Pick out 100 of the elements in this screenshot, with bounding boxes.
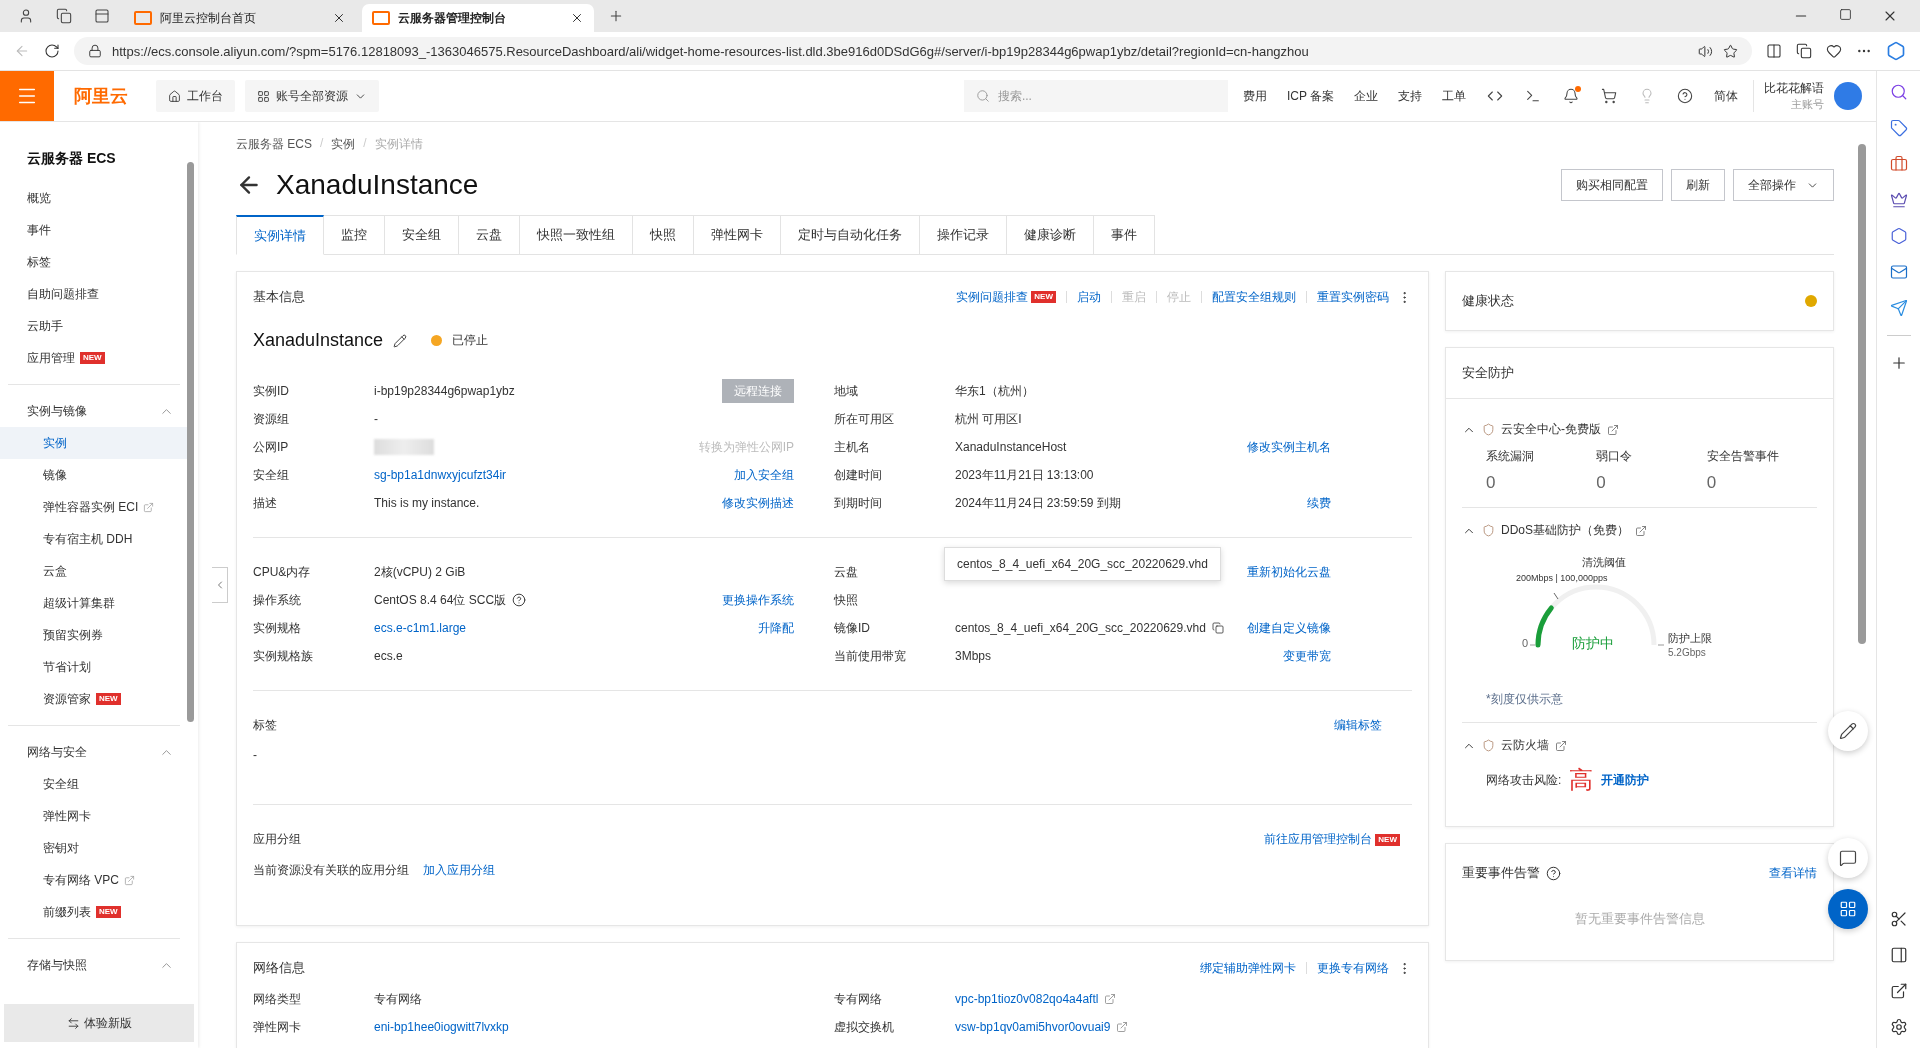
edit-button[interactable] — [1828, 711, 1868, 751]
value-link[interactable]: vpc-bp1tioz0v082qo4a4aftl — [955, 992, 1099, 1006]
breadcrumb-item[interactable]: 实例 — [331, 136, 356, 153]
browser-tab[interactable]: 云服务器管理控制台 — [362, 4, 594, 32]
feedback-button[interactable] — [1828, 838, 1868, 878]
settings-icon[interactable] — [1889, 1018, 1908, 1036]
tab[interactable]: 云盘 — [459, 215, 520, 255]
toolbox-icon[interactable] — [1889, 155, 1908, 173]
action-link[interactable]: 重新初始化云盘 — [1247, 563, 1331, 581]
sidebar-item[interactable]: 弹性容器实例 ECI — [0, 491, 188, 523]
favorite-icon[interactable] — [1723, 43, 1738, 59]
action-link[interactable]: 升降配 — [758, 619, 794, 637]
tag-icon[interactable] — [1889, 119, 1908, 137]
action-link[interactable]: 修改实例描述 — [722, 494, 794, 512]
code-icon[interactable] — [1487, 88, 1503, 104]
value-link[interactable]: vsw-bp1qv0ami5hvor0ovuai9 — [955, 1020, 1111, 1034]
sidebar-icon[interactable] — [1889, 946, 1908, 964]
sidebar-item[interactable]: 专有网络 VPC — [0, 864, 188, 896]
header-link[interactable]: 企业 — [1349, 87, 1383, 105]
section-toggle[interactable]: 云安全中心-免费版 — [1462, 421, 1817, 438]
value-link[interactable]: eni-bp1hee0iogwitt7lvxkp — [374, 1020, 509, 1034]
address-field[interactable]: https://ecs.console.aliyun.com/?spm=5176.12818093_-1363046575.ResourceDashboard/ali/widget-home-resources-list.dld.3be916d0DSdG6g#/server/i-bp19p28344g6pwap1ybz/detail?regionId=cn-hangzhou — [74, 37, 1752, 65]
sidebar-item[interactable]: 超级计算集群 — [0, 587, 188, 619]
collections-icon[interactable] — [1796, 43, 1812, 59]
sidebar-item[interactable]: 预留实例券 — [0, 619, 188, 651]
copy-icon[interactable] — [1211, 622, 1224, 634]
hexagon-icon[interactable] — [1889, 227, 1908, 245]
chess-icon[interactable] — [1889, 191, 1908, 209]
action-link[interactable]: 更换专有网络 — [1317, 959, 1389, 977]
sidebar-item[interactable]: 标签 — [0, 246, 188, 278]
restore-icon[interactable] — [1839, 8, 1852, 21]
browser-tab[interactable]: 阿里云控制台首页 — [124, 4, 356, 32]
action-link[interactable]: 重置实例密码 — [1317, 288, 1389, 306]
tab[interactable]: 实例详情 — [236, 215, 324, 255]
action-link[interactable]: 加入安全组 — [734, 466, 794, 484]
header-link[interactable]: 费用 — [1237, 87, 1272, 105]
tab[interactable]: 快照一致性组 — [520, 215, 633, 255]
tab[interactable]: 快照 — [633, 215, 694, 255]
sidebar-item[interactable]: 弹性网卡 — [0, 800, 188, 832]
actions-dropdown[interactable]: 全部操作 — [1733, 169, 1834, 201]
sidebar-item[interactable]: 镜像 — [0, 459, 188, 491]
breadcrumb-item[interactable]: 云服务器 ECS — [236, 136, 312, 153]
help-icon[interactable] — [1546, 865, 1561, 881]
header-link[interactable]: 支持 — [1393, 87, 1427, 105]
action-button[interactable]: 购买相同配置 — [1561, 169, 1663, 201]
tab[interactable]: 监控 — [324, 215, 385, 255]
close-icon[interactable] — [570, 11, 584, 25]
read-aloud-icon[interactable] — [1698, 43, 1713, 59]
close-icon[interactable] — [332, 11, 346, 25]
value-link[interactable]: ecs.e-c1m1.large — [374, 621, 467, 635]
value-link[interactable]: sg-bp1a1dnwxyjcufzt34ir — [374, 468, 507, 482]
edit-tags-link[interactable]: 编辑标签 — [1334, 717, 1382, 734]
send-icon[interactable] — [1889, 299, 1908, 317]
apps-button[interactable] — [1828, 889, 1868, 929]
app-console-link[interactable]: 前往应用管理控制台 NEW — [1264, 831, 1400, 848]
tab[interactable]: 操作记录 — [920, 215, 1007, 255]
tab[interactable]: 事件 — [1094, 215, 1155, 255]
sidebar-item[interactable]: 实例 — [0, 427, 188, 459]
help-icon[interactable] — [512, 593, 527, 607]
add-group-link[interactable]: 加入应用分组 — [423, 862, 495, 879]
action-link[interactable]: 更换操作系统 — [722, 591, 794, 609]
sidebar-item[interactable]: 安全组 — [0, 768, 188, 800]
header-link[interactable]: ICP 备案 — [1281, 87, 1339, 105]
tab[interactable]: 安全组 — [385, 215, 459, 255]
reload-icon[interactable] — [44, 43, 60, 59]
mail-icon[interactable] — [1889, 263, 1908, 281]
action-link[interactable]: 创建自定义镜像 — [1247, 619, 1331, 637]
resource-dropdown[interactable]: 账号全部资源 — [245, 80, 379, 112]
section-toggle[interactable]: 云防火墙 — [1462, 737, 1817, 754]
collapse-handle[interactable] — [212, 567, 228, 603]
sidebar-item[interactable]: 节省计划 — [0, 651, 188, 683]
sidebar-item[interactable]: 概览 — [0, 182, 188, 214]
action-button[interactable]: 刷新 — [1671, 169, 1725, 201]
split-screen-icon[interactable] — [1766, 43, 1782, 59]
language-link[interactable]: 简体 — [1709, 87, 1743, 105]
enable-protection-link[interactable]: 开通防护 — [1601, 771, 1650, 789]
terminal-icon[interactable] — [1525, 88, 1541, 104]
avatar[interactable] — [1834, 82, 1862, 110]
sidebar-item[interactable]: 专有宿主机 DDH — [0, 523, 188, 555]
sidebar-group[interactable]: 网络与安全 — [0, 736, 188, 768]
edit-icon[interactable] — [393, 333, 408, 348]
profile-icon[interactable] — [18, 8, 34, 24]
action-link[interactable]: 启动 — [1077, 288, 1101, 306]
action-link[interactable]: 配置安全组规则 — [1212, 288, 1296, 306]
action-link[interactable]: 修改实例主机名 — [1247, 438, 1331, 456]
sidebar-group[interactable]: 实例与镜像 — [0, 395, 188, 427]
heart-icon[interactable] — [1826, 43, 1842, 59]
view-details-link[interactable]: 查看详情 — [1769, 864, 1817, 882]
section-toggle[interactable]: DDoS基础防护（免费） — [1462, 522, 1817, 539]
action-link[interactable]: 变更带宽 — [1283, 647, 1331, 665]
sidebar-item[interactable]: 自助问题排查 — [0, 278, 188, 310]
tab-actions-icon[interactable] — [94, 8, 110, 24]
action-link[interactable]: 绑定辅助弹性网卡 — [1200, 959, 1296, 977]
cart-icon[interactable] — [1601, 88, 1617, 104]
sidebar-item[interactable]: 前缀列表 NEW — [0, 896, 188, 928]
collections-icon[interactable] — [56, 8, 72, 24]
screenshot-icon[interactable] — [1889, 910, 1908, 928]
tab[interactable]: 弹性网卡 — [694, 215, 781, 255]
sidebar-group[interactable]: 存储与快照 — [0, 949, 188, 981]
tab[interactable]: 定时与自动化任务 — [781, 215, 920, 255]
